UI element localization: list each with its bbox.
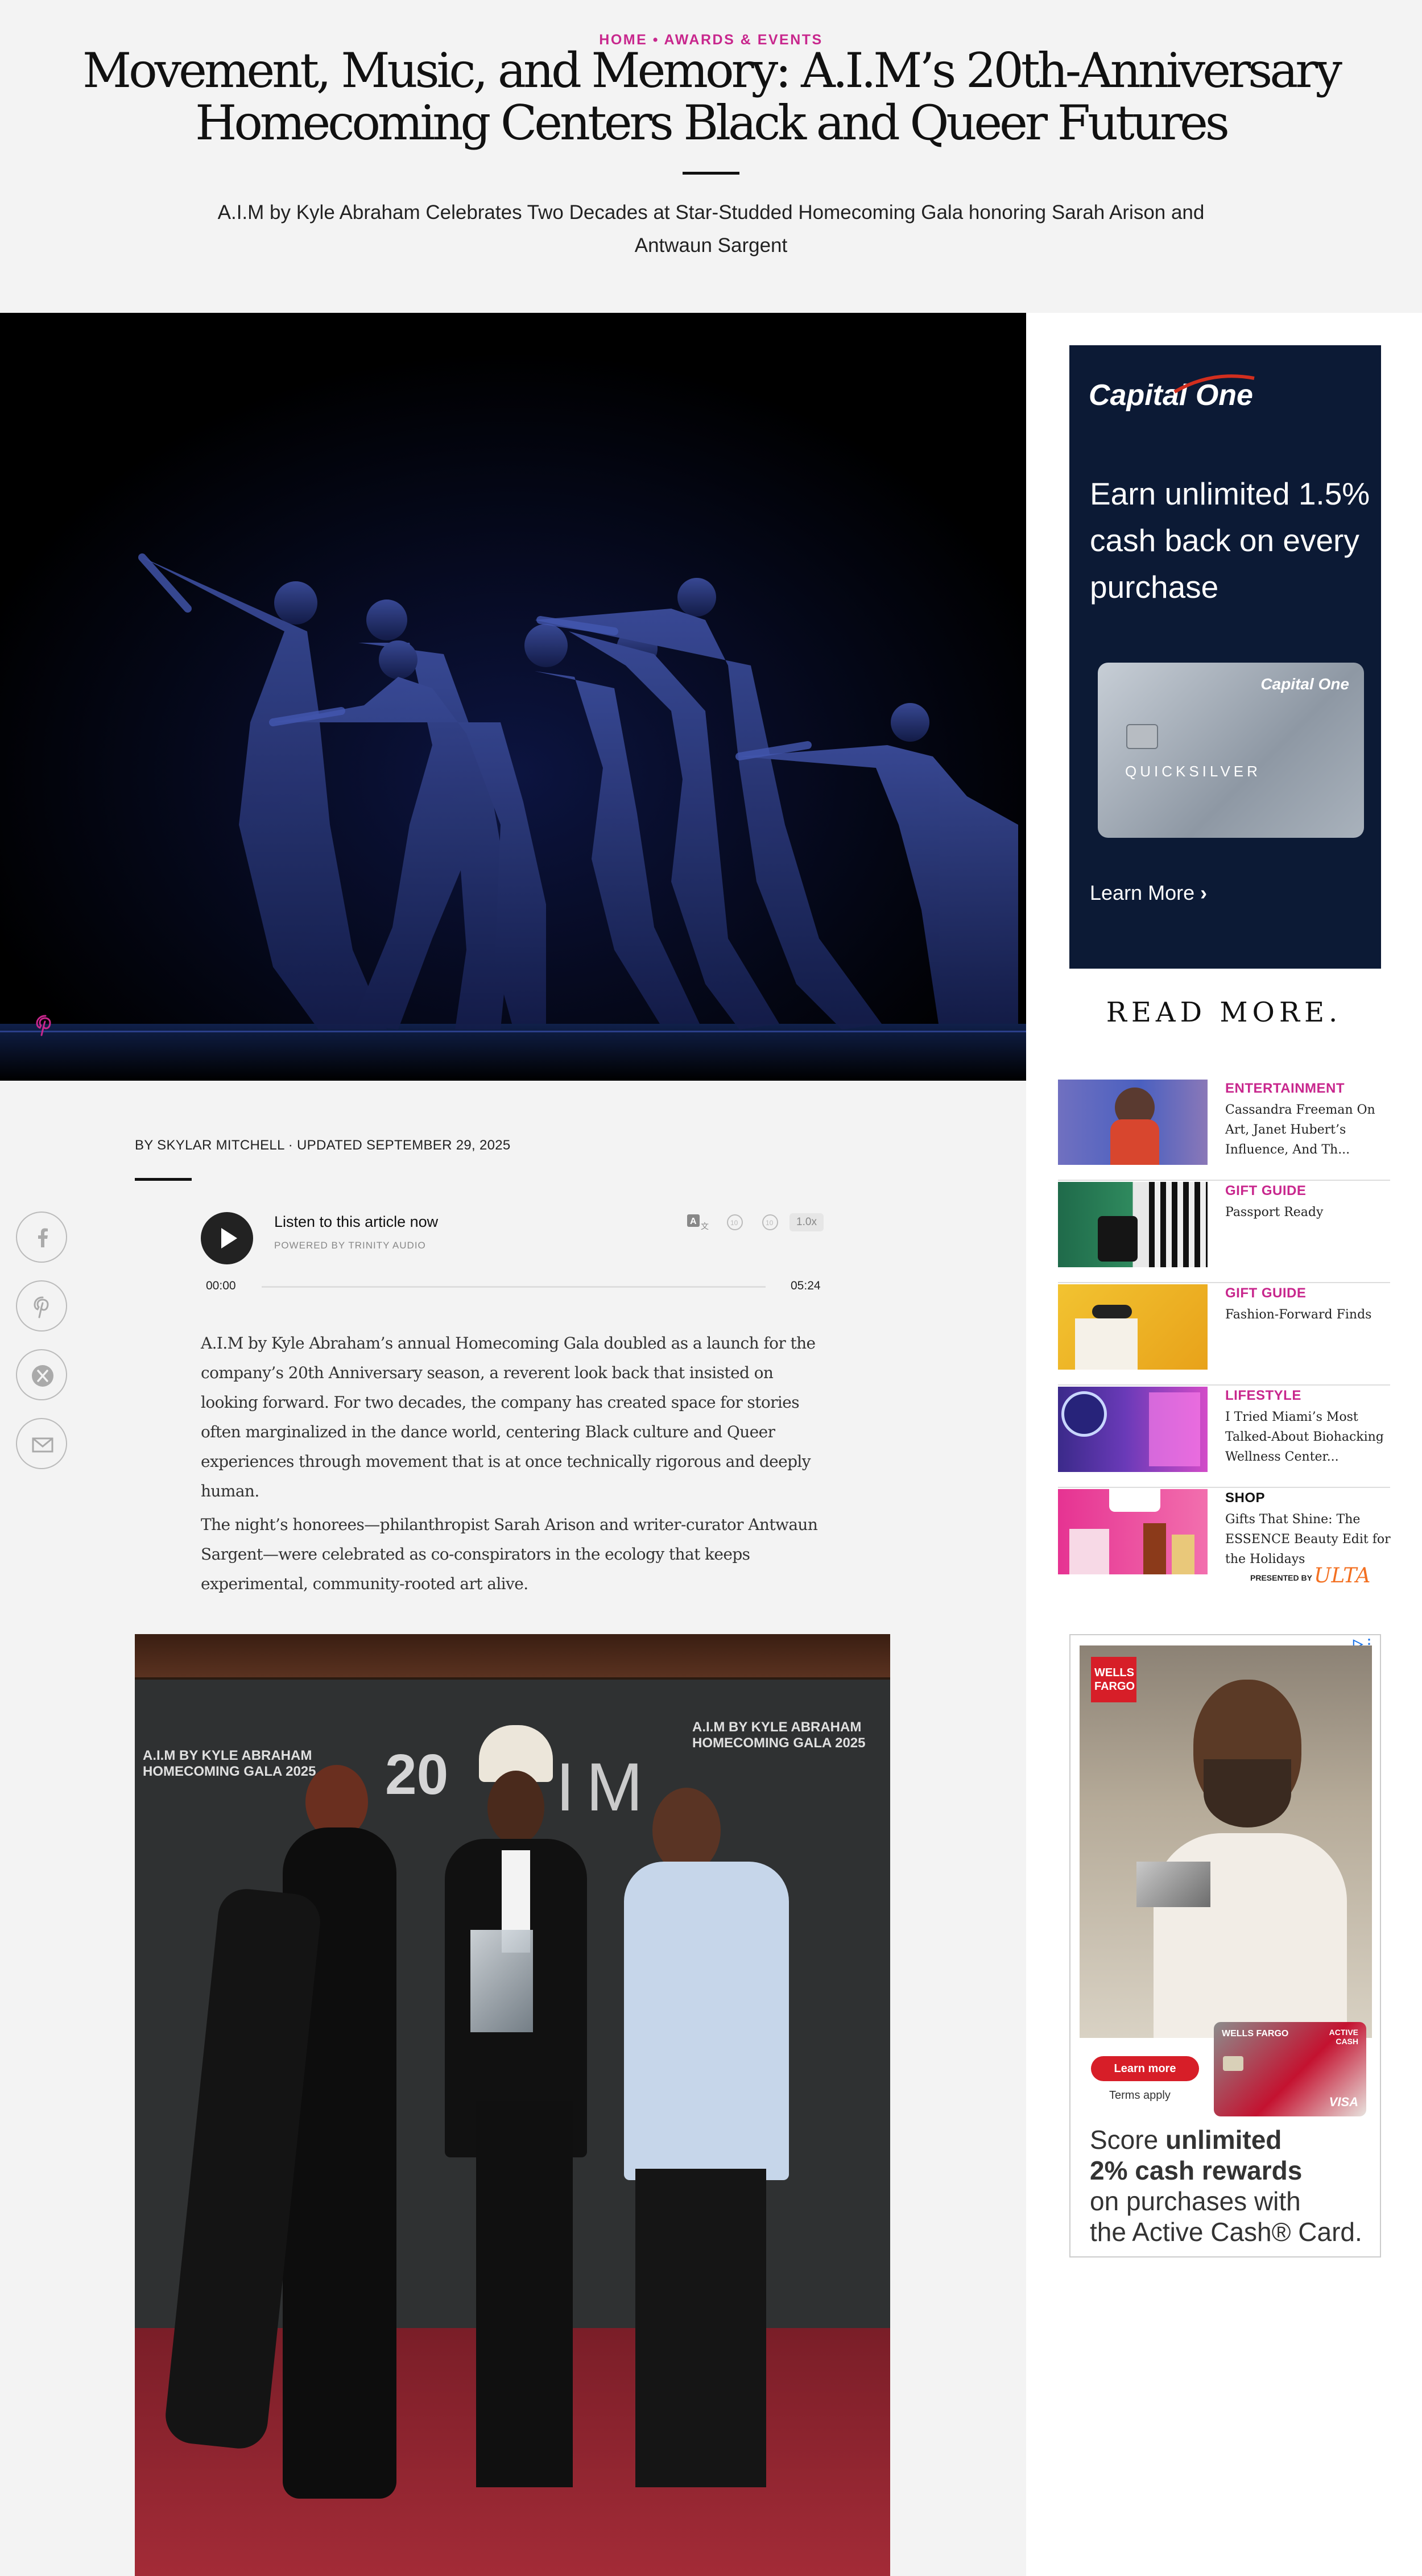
read-more-item[interactable]: ENTERTAINMENT Cassandra Freeman On Art, … xyxy=(1058,1080,1390,1181)
read-more-item[interactable]: GIFT GUIDE Fashion-Forward Finds xyxy=(1058,1284,1390,1386)
learn-more-label: Learn More xyxy=(1090,881,1195,904)
read-more-title: Passport Ready xyxy=(1225,1205,1324,1219)
card-brand: Capital One xyxy=(1260,675,1349,693)
read-more-title: I Tried Miami’s Most Talked-About Biohac… xyxy=(1225,1410,1384,1464)
x-icon xyxy=(32,1365,53,1387)
forward-label: 10 xyxy=(766,1219,774,1227)
active-cash-card: WELLS FARGO ACTIVE CASH VISA xyxy=(1214,2022,1366,2116)
capital-one-swoosh-icon xyxy=(1173,374,1255,394)
read-more-title: Gifts That Shine: The ESSENCE Beauty Edi… xyxy=(1225,1512,1391,1566)
share-email-button[interactable] xyxy=(16,1418,67,1469)
share-facebook-button[interactable] xyxy=(16,1211,67,1263)
article-paragraph: A.I.M by Kyle Abraham’s annual Homecomin… xyxy=(201,1334,816,1500)
audio-powered-by: POWERED BY TRINITY AUDIO xyxy=(274,1240,426,1251)
backdrop-brand: A.I.M BY KYLE ABRAHAM xyxy=(692,1719,862,1735)
pinterest-save-icon[interactable] xyxy=(34,1014,57,1039)
card-chip-icon xyxy=(1223,2056,1243,2071)
title-divider xyxy=(683,172,739,175)
translate-button[interactable]: A文 xyxy=(686,1212,711,1233)
pinterest-icon xyxy=(34,1296,49,1318)
rewind-10-icon: 10 xyxy=(727,1214,743,1230)
wf-headline-line: the Active Cash® Card. xyxy=(1090,2217,1362,2247)
read-more-title: Cassandra Freeman On Art, Janet Hubert’s… xyxy=(1225,1103,1375,1157)
chevron-right-icon: › xyxy=(1200,881,1208,904)
facebook-icon xyxy=(38,1228,48,1247)
wf-logo-line2: FARGO xyxy=(1094,1680,1135,1693)
svg-text:文: 文 xyxy=(701,1222,709,1231)
svg-text:A: A xyxy=(690,1217,697,1226)
wf-headline-line: on purchases with xyxy=(1090,2186,1301,2216)
read-more-thumbnail xyxy=(1058,1080,1208,1165)
read-more-item[interactable]: LIFESTYLE I Tried Miami’s Most Talked-Ab… xyxy=(1058,1387,1390,1488)
audio-title: Listen to this article now xyxy=(274,1213,439,1230)
read-more-thumbnail xyxy=(1058,1284,1208,1370)
byline: BY SKYLAR MITCHELL · UPDATED SEPTEMBER 2… xyxy=(135,1138,511,1153)
wf-headline: Score unlimited 2% cash rewards on purch… xyxy=(1090,2124,1374,2247)
sponsor-label: PRESENTED BY xyxy=(1250,1573,1312,1582)
wf-photo xyxy=(1080,1645,1372,2038)
read-more-category: SHOP xyxy=(1225,1490,1266,1506)
read-more-category: GIFT GUIDE xyxy=(1225,1285,1307,1301)
read-more-item[interactable]: GIFT GUIDE Passport Ready xyxy=(1058,1182,1390,1283)
forward-button[interactable]: 10 xyxy=(759,1212,782,1233)
share-x-button[interactable] xyxy=(16,1349,67,1400)
wf-headline-bold: 2% cash rewards xyxy=(1090,2156,1303,2185)
wf-headline-bold: unlimited xyxy=(1165,2125,1282,2155)
capital-one-headline: Earn unlimited 1.5% cash back on every p… xyxy=(1090,476,1370,605)
byline-divider xyxy=(135,1178,192,1181)
read-more-category: GIFT GUIDE xyxy=(1225,1183,1307,1198)
hero-image xyxy=(0,313,1026,1081)
wf-card-badge: ACTIVE CASH xyxy=(1329,2028,1358,2046)
forward-10-icon: 10 xyxy=(762,1214,778,1230)
visa-logo: VISA xyxy=(1329,2095,1358,2109)
wf-logo-line1: WELLS xyxy=(1094,1667,1134,1679)
translate-icon: A文 xyxy=(687,1214,709,1231)
backdrop-number: 20 xyxy=(385,1743,449,1806)
capital-one-ad[interactable]: Capital One Earn unlimited 1.5% cash bac… xyxy=(1069,345,1381,969)
rewind-button[interactable]: 10 xyxy=(724,1212,746,1233)
wf-headline-part: Score xyxy=(1090,2125,1165,2155)
article-title: Movement, Music, and Memory: A.I.M’s 20t… xyxy=(82,43,1342,151)
wf-terms[interactable]: Terms apply xyxy=(1109,2089,1171,2102)
audio-duration: 05:24 xyxy=(791,1279,821,1292)
read-more-thumbnail xyxy=(1058,1182,1208,1267)
wf-learn-more-button[interactable]: Learn more xyxy=(1091,2056,1199,2081)
capital-one-learn-more-button[interactable]: Learn More › xyxy=(1090,881,1207,905)
backdrop-brand: A.I.M BY KYLE ABRAHAM xyxy=(143,1748,312,1763)
email-icon xyxy=(32,1437,53,1453)
backdrop-event: HOMECOMING GALA 2025 xyxy=(143,1764,316,1779)
audio-play-button[interactable] xyxy=(201,1212,253,1264)
read-more-item[interactable]: SHOP Gifts That Shine: The ESSENCE Beaut… xyxy=(1058,1489,1391,1590)
read-more-thumbnail xyxy=(1058,1489,1208,1574)
card-name: QUICKSILVER xyxy=(1125,763,1261,780)
backdrop-event: HOMECOMING GALA 2025 xyxy=(692,1735,866,1751)
play-icon xyxy=(221,1228,237,1248)
read-more-category: ENTERTAINMENT xyxy=(1225,1081,1345,1096)
audio-current-time: 00:00 xyxy=(206,1279,236,1292)
audio-progress-bar[interactable] xyxy=(262,1286,766,1288)
share-pinterest-button[interactable] xyxy=(16,1280,67,1332)
wells-fargo-logo: WELLS FARGO xyxy=(1091,1657,1136,1702)
playback-speed-button[interactable]: 1.0x xyxy=(789,1213,824,1231)
wells-fargo-ad[interactable]: ▷⋮ WELLS FARGO Learn more Terms apply WE… xyxy=(1069,1634,1381,2257)
read-more-category: LIFESTYLE xyxy=(1225,1388,1301,1403)
wf-card-brand: WELLS FARGO xyxy=(1222,2029,1289,2039)
article-subtitle: A.I.M by Kyle Abraham Celebrates Two Dec… xyxy=(217,201,1205,257)
article-paragraph: The night’s honorees—philanthropist Sara… xyxy=(201,1515,818,1593)
gala-photo: A.I.M BY KYLE ABRAHAM HOMECOMING GALA 20… xyxy=(135,1634,890,2576)
card-chip-icon xyxy=(1126,724,1158,749)
quicksilver-card: Capital One QUICKSILVER xyxy=(1098,663,1364,838)
read-more-thumbnail xyxy=(1058,1387,1208,1472)
ulta-logo: ULTA xyxy=(1314,1564,1371,1587)
rewind-label: 10 xyxy=(730,1219,738,1227)
read-more-heading: READ MORE. xyxy=(1106,997,1342,1028)
read-more-title: Fashion-Forward Finds xyxy=(1225,1308,1372,1322)
